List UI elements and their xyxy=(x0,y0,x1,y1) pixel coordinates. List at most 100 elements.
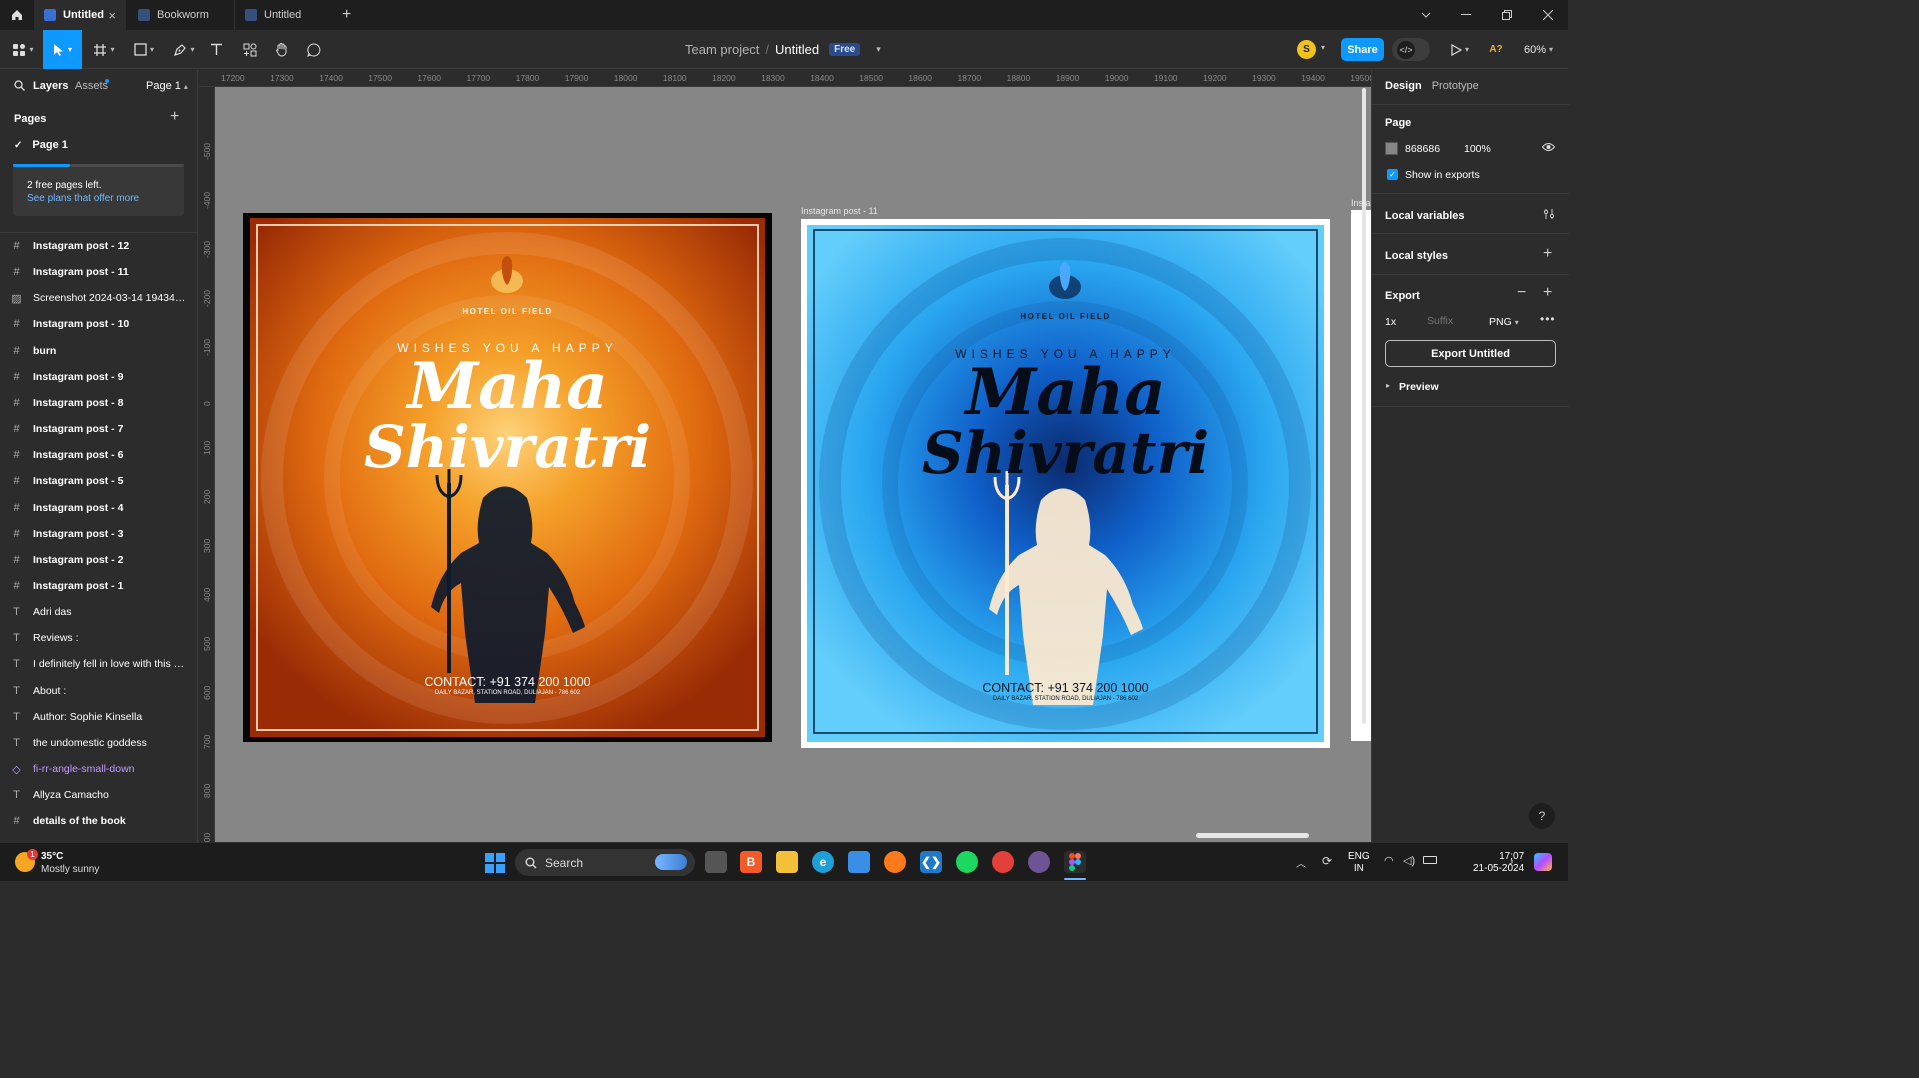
main-menu-button[interactable]: ▾ xyxy=(8,30,38,69)
text-tool[interactable] xyxy=(205,30,227,69)
layer-item[interactable]: # Instagram post - 10 xyxy=(0,311,197,337)
vscode-icon[interactable]: ❮❯ xyxy=(920,851,942,873)
frame-tool[interactable]: ▾ xyxy=(88,30,120,69)
restore-icon[interactable] xyxy=(1487,0,1527,30)
github-desktop-icon[interactable] xyxy=(1028,851,1050,873)
tab-prototype[interactable]: Prototype xyxy=(1432,80,1479,92)
wifi-icon[interactable]: ◠ xyxy=(1384,854,1394,867)
instagram-post-11[interactable]: HOTEL OIL FIELD WISHES YOU A HAPPY Maha … xyxy=(801,219,1330,748)
chevron-down-icon[interactable]: ▾ xyxy=(1321,43,1325,52)
tab-layers[interactable]: Layers xyxy=(33,80,68,92)
layer-item[interactable]: # Instagram post - 4 xyxy=(0,495,197,521)
instagram-post-12[interactable]: HOTEL OIL FIELD WISHES YOU A HAPPY Maha … xyxy=(243,213,772,742)
minimize-icon[interactable] xyxy=(1446,0,1486,30)
dev-mode-toggle[interactable]: </> xyxy=(1392,38,1430,61)
tab-assets[interactable]: Assets xyxy=(75,80,108,92)
layer-item[interactable]: # burn xyxy=(0,338,197,364)
local-variables-title[interactable]: Local variables xyxy=(1385,210,1465,222)
layer-item[interactable]: # Instagram post - 8 xyxy=(0,390,197,416)
variables-icon[interactable] xyxy=(1543,208,1555,220)
windows-start-icon[interactable] xyxy=(485,853,505,873)
page-opacity[interactable]: 100% xyxy=(1464,143,1491,155)
export-scale[interactable]: 1x xyxy=(1385,316,1396,328)
hand-tool[interactable] xyxy=(270,30,294,69)
page-color-swatch[interactable] xyxy=(1385,142,1398,155)
layer-item[interactable]: Tthe undomestic goddess xyxy=(0,730,197,756)
frame-label[interactable]: Instagram post - 11 xyxy=(801,206,878,216)
layer-item[interactable]: T About : xyxy=(0,678,197,704)
export-format-select[interactable]: PNG ▾ xyxy=(1489,316,1519,328)
close-tab-icon[interactable]: × xyxy=(108,8,116,23)
more-options-icon[interactable]: ••• xyxy=(1540,312,1556,326)
tab-bookworm[interactable]: Bookworm xyxy=(128,0,232,30)
move-tool[interactable]: ▾ xyxy=(43,30,82,69)
sync-icon[interactable]: ⟳ xyxy=(1322,854,1332,868)
layer-item[interactable]: # details of the book xyxy=(0,808,197,834)
close-window-icon[interactable] xyxy=(1528,0,1568,30)
layer-item[interactable]: ▨ Screenshot 2024-03-14 194348 3 xyxy=(0,285,197,311)
layer-item[interactable]: # Instagram post - 5 xyxy=(0,468,197,494)
layer-item[interactable]: # Instagram post - 9 xyxy=(0,364,197,390)
layer-item[interactable]: # Instagram post - 12 xyxy=(0,233,197,259)
brave-browser-icon[interactable]: B xyxy=(740,851,762,873)
layer-item[interactable]: # Instagram post - 6 xyxy=(0,442,197,468)
figma-taskbar-icon[interactable] xyxy=(1064,851,1086,873)
layer-item[interactable]: # Instagram post - 7 xyxy=(0,416,197,442)
shape-tool[interactable]: ▾ xyxy=(128,30,160,69)
search-icon[interactable] xyxy=(14,80,25,91)
weather-temp[interactable]: 35°C xyxy=(41,851,63,862)
copilot-icon[interactable] xyxy=(1534,853,1552,871)
layer-item[interactable]: T Adri das xyxy=(0,599,197,625)
zoom-menu[interactable]: 60% ▾ xyxy=(1524,30,1553,69)
battery-icon[interactable] xyxy=(1423,856,1437,864)
page-selector[interactable]: Page 1 ▴ xyxy=(146,80,188,92)
preview-toggle[interactable]: Preview xyxy=(1399,381,1439,393)
missing-fonts-button[interactable]: A? xyxy=(1486,30,1506,69)
chevron-up-icon[interactable]: ︿ xyxy=(1296,855,1306,870)
pen-tool[interactable]: ▾ xyxy=(168,30,200,69)
caret-right-icon[interactable]: ▸ xyxy=(1386,381,1390,390)
tab-list-icon[interactable] xyxy=(1406,0,1446,30)
notification-bell-icon[interactable]: ♪ xyxy=(1508,854,1514,868)
tab-untitled[interactable]: Untitled × xyxy=(34,0,126,30)
microsoft-store-icon[interactable] xyxy=(848,851,870,873)
layer-item[interactable]: # Instagram post - 2 xyxy=(0,547,197,573)
canvas[interactable]: 17200 17300 17400 17500 17600 17700 17800 17900… xyxy=(199,70,1371,842)
layer-item[interactable]: T Allyza Camacho xyxy=(0,782,197,808)
task-view-icon[interactable] xyxy=(705,851,727,873)
help-button[interactable]: ? xyxy=(1529,803,1555,829)
add-style-icon[interactable]: + xyxy=(1543,245,1552,263)
layer-item[interactable]: ◇ fi-rr-angle-small-down xyxy=(0,756,197,782)
see-plans-link[interactable]: See plans that offer more xyxy=(27,193,139,204)
export-button[interactable]: Export Untitled xyxy=(1385,340,1556,367)
tab-untitled-2[interactable]: Untitled xyxy=(234,0,326,30)
language-indicator[interactable]: ENG IN xyxy=(1348,851,1370,875)
home-button[interactable] xyxy=(0,0,34,30)
file-explorer-icon[interactable] xyxy=(776,851,798,873)
layer-item[interactable]: T I definitely fell in love with this bo.… xyxy=(0,651,197,677)
resources-tool[interactable] xyxy=(238,30,262,69)
page-color-hex[interactable]: 868686 xyxy=(1405,143,1440,155)
tab-design[interactable]: Design xyxy=(1385,80,1422,92)
export-suffix-input[interactable] xyxy=(1427,312,1477,330)
add-export-icon[interactable]: + xyxy=(1543,284,1552,302)
instagram-post-partial[interactable] xyxy=(1351,210,1371,741)
weather-desc[interactable]: Mostly sunny xyxy=(41,864,99,875)
layer-item[interactable]: # Instagram post - 11 xyxy=(0,259,197,285)
present-button[interactable]: ▾ xyxy=(1446,30,1474,69)
layer-item[interactable]: T Author: Sophie Kinsella xyxy=(0,704,197,730)
firefox-icon[interactable] xyxy=(884,851,906,873)
edge-browser-icon[interactable]: e xyxy=(812,851,834,873)
clock[interactable]: 17:07 21-05-2024 xyxy=(1473,851,1524,875)
eye-icon[interactable] xyxy=(1542,142,1555,152)
comment-tool[interactable] xyxy=(302,30,326,69)
frame-label-partial[interactable]: Insta xyxy=(1351,198,1371,208)
share-button[interactable]: Share xyxy=(1341,38,1384,61)
layer-item[interactable]: T Reviews : xyxy=(0,625,197,651)
show-in-exports-checkbox[interactable]: ✓ xyxy=(1387,169,1398,180)
add-page-icon[interactable]: + xyxy=(170,108,179,126)
chrome-icon[interactable] xyxy=(992,851,1014,873)
layer-item[interactable]: # Instagram post - 3 xyxy=(0,521,197,547)
layer-item[interactable]: # Instagram post - 1 xyxy=(0,573,197,599)
new-tab-button[interactable]: + xyxy=(332,0,354,30)
